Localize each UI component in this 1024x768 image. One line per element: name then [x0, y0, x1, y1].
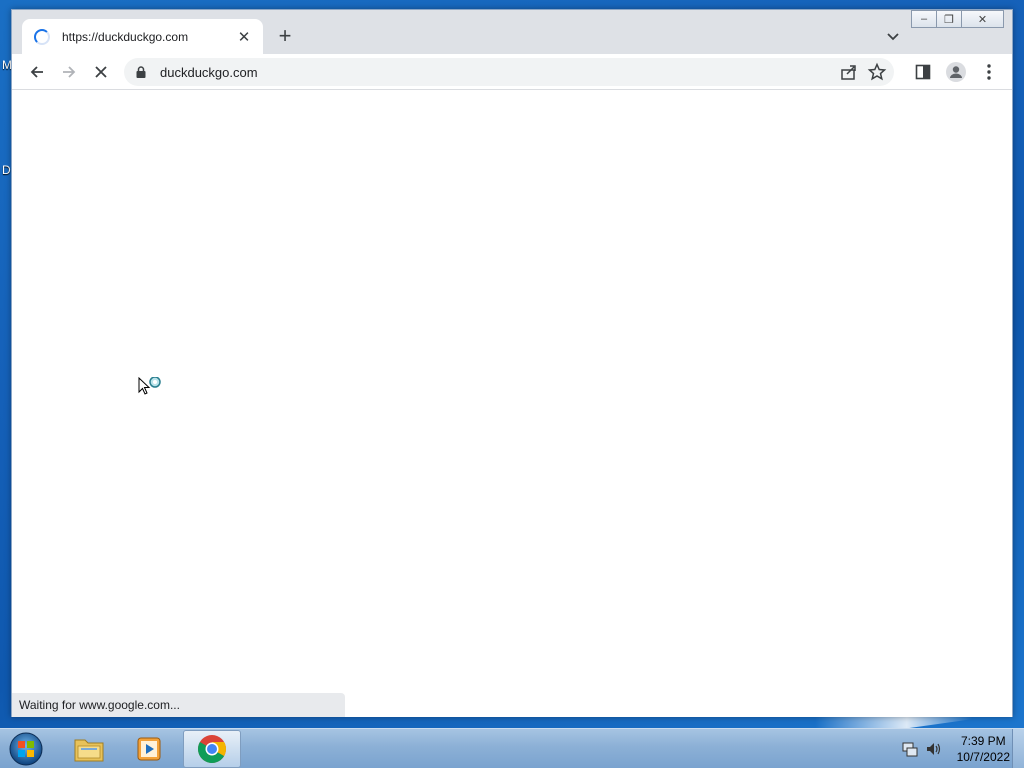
side-panel-icon	[915, 64, 931, 80]
profile-button[interactable]	[943, 60, 969, 84]
system-tray: 7:39 PM 10/7/2022	[901, 729, 1010, 768]
desktop-icon-label-fragment: D	[2, 163, 11, 177]
browser-window: https://duckduckgo.com ✕ + – ❐ ✕ duckduc…	[11, 9, 1013, 717]
chrome-icon	[198, 735, 226, 763]
loading-spinner-icon	[34, 28, 50, 45]
bookmark-star-icon[interactable]	[866, 61, 888, 83]
browser-toolbar: duckduckgo.com	[12, 54, 1012, 90]
profile-avatar-icon	[946, 62, 966, 82]
restore-button[interactable]: ❐	[936, 10, 962, 28]
page-content[interactable]: Waiting for www.google.com...	[12, 91, 1012, 717]
tab-search-chevron-icon[interactable]	[884, 27, 902, 45]
menu-button[interactable]	[976, 60, 1002, 84]
kebab-menu-icon	[987, 64, 991, 80]
clock-time: 7:39 PM	[960, 734, 1006, 748]
forward-arrow-icon	[63, 66, 76, 78]
tab-title: https://duckduckgo.com	[62, 29, 189, 44]
share-icon[interactable]	[838, 61, 860, 83]
system-clock[interactable]: 7:39 PM 10/7/2022	[957, 733, 1010, 765]
forward-button[interactable]	[56, 60, 82, 84]
taskbar-media-player[interactable]	[120, 730, 178, 768]
show-desktop-button[interactable]	[1012, 729, 1024, 768]
folder-icon	[74, 739, 104, 762]
taskbar-chrome[interactable]	[183, 730, 241, 768]
clock-date: 10/7/2022	[956, 750, 1010, 764]
stop-loading-button[interactable]	[88, 60, 114, 84]
taskbar-file-explorer[interactable]	[60, 730, 118, 768]
busy-cursor-icon	[138, 377, 161, 395]
window-controls: – ❐ ✕	[911, 10, 1004, 28]
minimize-button[interactable]: –	[911, 10, 937, 28]
back-button[interactable]	[24, 60, 50, 84]
tab-strip: https://duckduckgo.com ✕ + – ❐ ✕	[12, 10, 1012, 54]
stop-x-icon	[95, 66, 107, 78]
volume-icon[interactable]	[925, 740, 943, 758]
address-bar[interactable]: duckduckgo.com	[124, 58, 894, 86]
media-player-icon	[137, 737, 161, 761]
start-button[interactable]	[6, 731, 46, 767]
close-window-button[interactable]: ✕	[961, 10, 1004, 28]
tab-duckduckgo[interactable]: https://duckduckgo.com ✕	[22, 19, 263, 54]
lock-icon[interactable]	[134, 65, 148, 79]
status-bubble: Waiting for www.google.com...	[12, 693, 345, 717]
url-text: duckduckgo.com	[160, 64, 258, 80]
network-icon[interactable]	[901, 740, 919, 758]
tab-close-icon[interactable]: ✕	[235, 28, 253, 46]
taskbar: 7:39 PM 10/7/2022	[0, 728, 1024, 768]
new-tab-button[interactable]: +	[273, 25, 297, 49]
side-panel-button[interactable]	[910, 60, 936, 84]
back-arrow-icon	[30, 66, 43, 78]
